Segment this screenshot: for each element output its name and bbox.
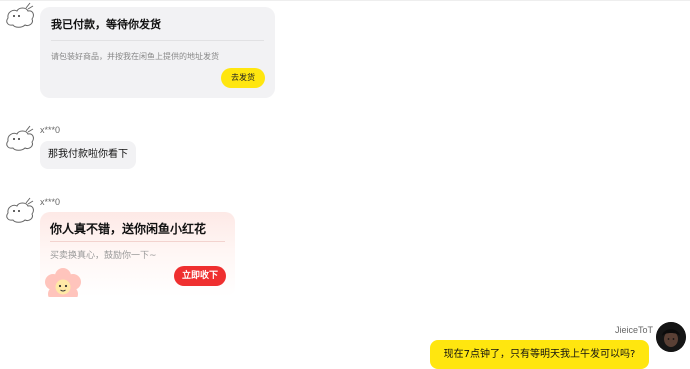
order-card-desc: 请包装好商品，并按我在闲鱼上提供的地址发货 bbox=[51, 52, 219, 61]
ship-button[interactable]: 去发货 bbox=[221, 68, 265, 88]
red-flower-gift-card: 你人真不错，送你闲鱼小红花 买卖换真心，鼓励你一下~ 立即收下 bbox=[40, 212, 235, 297]
sender-nickname: x***0 bbox=[40, 125, 61, 135]
sheep-avatar-icon[interactable] bbox=[4, 195, 36, 227]
top-divider bbox=[0, 0, 690, 1]
my-nickname: JieiceToT bbox=[615, 325, 654, 335]
divider bbox=[50, 241, 225, 242]
flower-mascot-icon bbox=[45, 268, 81, 297]
sender-nickname: x***0 bbox=[40, 197, 61, 207]
order-paid-card: 我已付款，等待你发货 请包装好商品，并按我在闲鱼上提供的地址发货 去发货 bbox=[40, 7, 275, 98]
gift-card-title: 你人真不错，送你闲鱼小红花 bbox=[50, 222, 207, 236]
user-avatar-icon bbox=[656, 322, 686, 352]
sheep-avatar-icon[interactable] bbox=[4, 0, 36, 32]
sheep-avatar-icon[interactable] bbox=[4, 123, 36, 155]
accept-gift-button[interactable]: 立即收下 bbox=[174, 266, 226, 286]
message-bubble: 那我付款啦你看下 bbox=[40, 141, 136, 169]
gift-card-desc: 买卖换真心，鼓励你一下~ bbox=[50, 251, 157, 261]
order-card-title: 我已付款，等待你发货 bbox=[51, 18, 161, 31]
divider bbox=[51, 40, 264, 41]
my-avatar[interactable] bbox=[656, 322, 686, 352]
